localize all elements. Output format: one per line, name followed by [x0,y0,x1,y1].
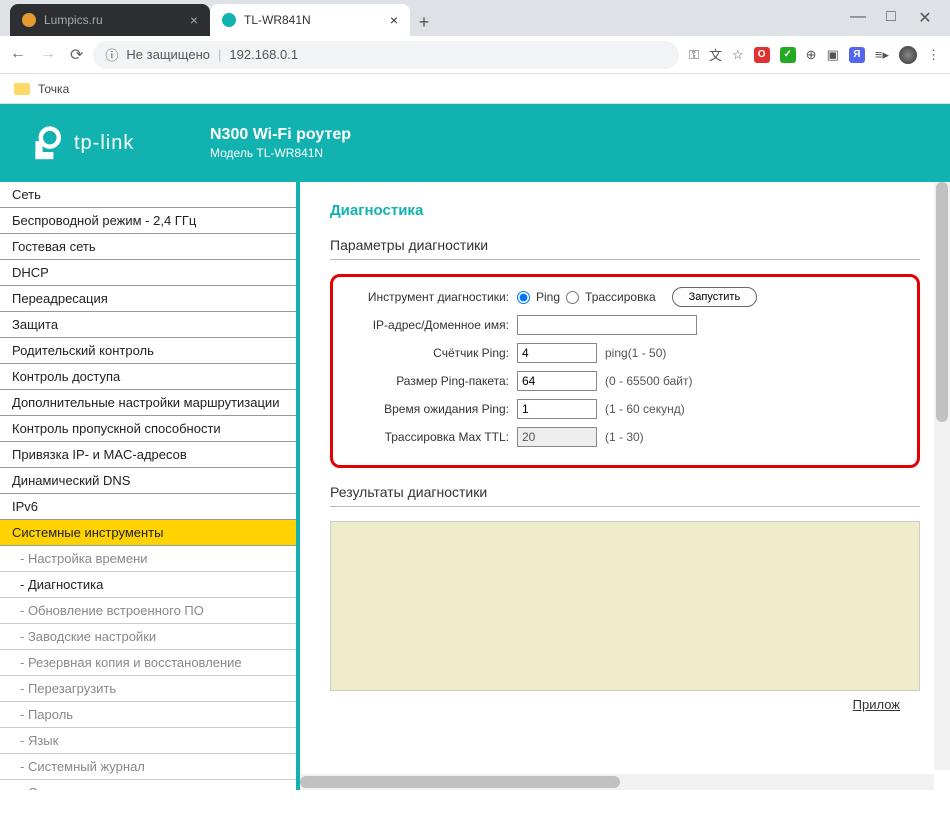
size-hint: (0 - 65500 байт) [605,374,693,388]
bookmarks-bar: Точка [0,74,950,104]
page-title: Диагностика [330,202,920,219]
trace-option-label: Трассировка [585,290,656,304]
favicon [222,13,236,27]
menu-ipmac[interactable]: Привязка IP- и MAC-адресов [0,442,296,468]
menu-parental[interactable]: Родительский контроль [0,338,296,364]
results-box [330,521,920,691]
menu-network[interactable]: Сеть [0,182,296,208]
translate-icon[interactable]: 文 [709,45,722,64]
key-icon[interactable]: ⚿ [689,47,699,63]
reader-icon[interactable]: ≡▸ [875,47,889,63]
horizontal-scrollbar[interactable] [300,774,934,790]
tool-label: Инструмент диагностики: [347,290,517,304]
menu-guest[interactable]: Гостевая сеть [0,234,296,260]
menu-ddns[interactable]: Динамический DNS [0,468,296,494]
count-hint: ping(1 - 50) [605,346,666,360]
close-icon[interactable]: × [190,12,198,28]
security-label: Не защищено [126,47,210,62]
browser-tab-active[interactable]: TL-WR841N × [210,4,410,36]
submenu-factory[interactable]: - Заводские настройки [0,624,296,650]
minimize-icon[interactable]: — [850,8,864,28]
ttl-hint: (1 - 30) [605,430,644,444]
size-label: Размер Ping-пакета: [347,374,517,388]
menu-access[interactable]: Контроль доступа [0,364,296,390]
count-input[interactable] [517,343,597,363]
favicon [22,13,36,27]
check-ext-icon[interactable]: ✓ [780,47,796,63]
submenu-backup[interactable]: - Резервная копия и восстановление [0,650,296,676]
footer-link[interactable]: Прилож [330,697,920,712]
info-icon[interactable]: ⓘ [105,45,118,64]
url-text: 192.168.0.1 [229,47,298,62]
ttl-label: Трассировка Max TTL: [347,430,517,444]
tab-title: Lumpics.ru [44,13,182,27]
submenu-stats[interactable]: - Статистика [0,780,296,790]
toolbar-extensions: ⚿ 文 ☆ O ✓ ⊕ ▣ Я ≡▸ ⋮ [689,45,940,64]
menu-routing[interactable]: Дополнительные настройки маршрутизации [0,390,296,416]
submenu-diagnostics[interactable]: - Диагностика [0,572,296,598]
back-icon[interactable]: ← [10,45,26,65]
tplink-logo-icon [30,125,66,161]
close-icon[interactable]: × [390,12,398,28]
timeout-hint: (1 - 60 секунд) [605,402,685,416]
menu-security[interactable]: Защита [0,312,296,338]
diagnostic-form-highlight: Инструмент диагностики: Ping Трассировка… [330,274,920,468]
submenu-password[interactable]: - Пароль [0,702,296,728]
star-icon[interactable]: ☆ [732,47,744,63]
ad-ext-icon[interactable]: Я [849,47,865,63]
logo: tp-link [30,125,210,161]
timeout-input[interactable] [517,399,597,419]
submenu-time[interactable]: - Настройка времени [0,546,296,572]
globe-icon[interactable]: ⊕ [806,47,817,63]
window-controls: — □ ✕ [850,8,950,36]
close-window-icon[interactable]: ✕ [918,8,932,28]
results-heading: Результаты диагностики [330,484,920,507]
opera-ext-icon[interactable]: O [754,47,770,63]
tab-title: TL-WR841N [244,13,382,27]
new-tab-button[interactable]: + [410,8,438,36]
submenu-reboot[interactable]: - Перезагрузить [0,676,296,702]
ip-label: IP-адрес/Доменное имя: [347,318,517,332]
forward-icon[interactable]: → [40,45,56,65]
menu-wireless[interactable]: Беспроводной режим - 2,4 ГГц [0,208,296,234]
sidebar-menu[interactable]: Сеть Беспроводной режим - 2,4 ГГц Гостев… [0,182,300,790]
menu-dhcp[interactable]: DHCP [0,260,296,286]
menu-bandwidth[interactable]: Контроль пропускной способности [0,416,296,442]
menu-ipv6[interactable]: IPv6 [0,494,296,520]
address-bar: ← → ⟳ ⓘ Не защищено | 192.168.0.1 ⚿ 文 ☆ … [0,36,950,74]
cube-icon[interactable]: ▣ [827,47,839,63]
folder-icon [14,83,30,95]
start-button[interactable]: Запустить [672,287,758,307]
submenu-language[interactable]: - Язык [0,728,296,754]
vertical-scrollbar[interactable] [934,182,950,770]
ip-input[interactable] [517,315,697,335]
ping-option-label: Ping [536,290,560,304]
maximize-icon[interactable]: □ [884,8,898,28]
menu-systools[interactable]: Системные инструменты [0,520,296,546]
router-banner: tp-link N300 Wi-Fi роутер Модель TL-WR84… [0,104,950,182]
timeout-label: Время ожидания Ping: [347,402,517,416]
trace-radio[interactable] [566,291,579,304]
params-heading: Параметры диагностики [330,237,920,260]
tab-strip: Lumpics.ru × TL-WR841N × + — □ ✕ [0,0,950,36]
menu-icon[interactable]: ⋮ [927,47,940,63]
url-box[interactable]: ⓘ Не защищено | 192.168.0.1 [93,41,679,69]
size-input[interactable] [517,371,597,391]
menu-forwarding[interactable]: Переадресация [0,286,296,312]
ping-radio[interactable] [517,291,530,304]
main-panel: Диагностика Параметры диагностики Инстру… [300,182,950,790]
count-label: Счётчик Ping: [347,346,517,360]
submenu-firmware[interactable]: - Обновление встроенного ПО [0,598,296,624]
browser-tab-inactive[interactable]: Lumpics.ru × [10,4,210,36]
banner-title: N300 Wi-Fi роутер [210,126,351,144]
bookmark-item[interactable]: Точка [38,82,69,96]
ttl-input [517,427,597,447]
avatar-icon[interactable] [899,46,917,64]
router-page: tp-link N300 Wi-Fi роутер Модель TL-WR84… [0,104,950,790]
banner-model: Модель TL-WR841N [210,146,351,160]
reload-icon[interactable]: ⟳ [70,45,83,65]
submenu-syslog[interactable]: - Системный журнал [0,754,296,780]
logo-text: tp-link [74,132,134,155]
